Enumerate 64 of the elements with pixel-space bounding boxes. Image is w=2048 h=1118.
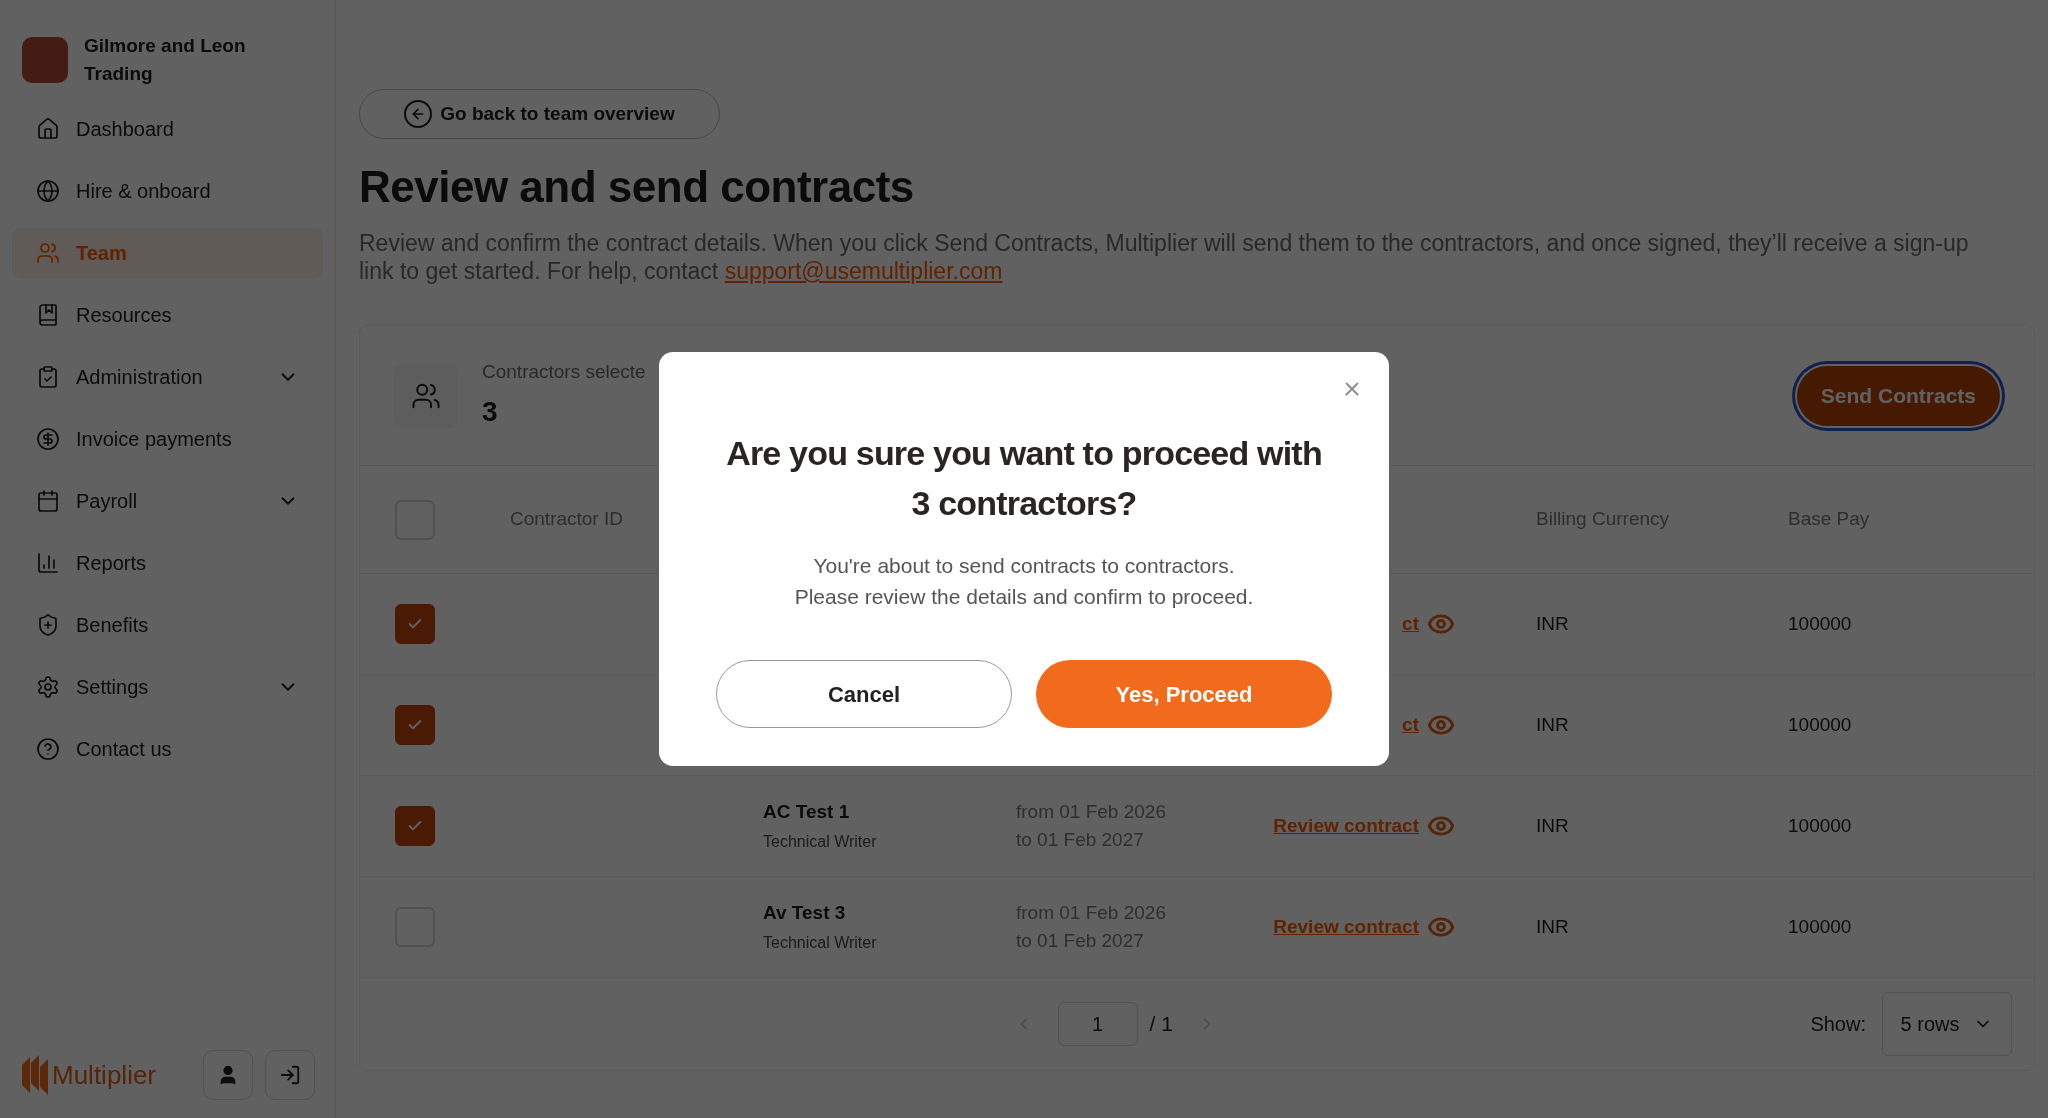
contractor-name: Av Test 3 (763, 900, 847, 925)
nav-item[interactable]: Benefits (12, 600, 323, 650)
page-total: / 1 (1149, 1011, 1173, 1038)
nav-icon (36, 117, 60, 141)
nav-icon (36, 179, 60, 203)
review-contract-link[interactable]: Review contract (1273, 912, 1419, 942)
selected-count: 3 (482, 394, 499, 429)
review-contract-link[interactable]: Review contract (1273, 811, 1419, 841)
nav-item[interactable]: Reports (12, 538, 323, 588)
support-email-link[interactable]: support@usemultiplier.com (724, 258, 1003, 284)
company-name: Gilmore and Leon Trading (84, 34, 247, 86)
nav-icon (36, 613, 60, 637)
review-contract-link[interactable]: ct (1402, 710, 1419, 740)
proceed-button[interactable]: Yes, Proceed (1036, 660, 1332, 728)
dialog-message: Please review the details and confirm to proceed. (794, 584, 1254, 610)
checkbox[interactable] (395, 604, 435, 644)
currency-cell-text: INR (1536, 712, 1569, 737)
nav-item[interactable]: Contact us (12, 724, 323, 774)
currency-cell-text: INR (1536, 813, 1569, 838)
review-contract-link[interactable]: ct (1402, 609, 1419, 639)
logout-button[interactable] (265, 1050, 315, 1100)
nav-icon (36, 365, 60, 389)
nav-icon (36, 489, 60, 513)
nav-icon (36, 551, 60, 575)
page-number-field[interactable]: 1 (1057, 1002, 1138, 1046)
logout-icon (279, 1064, 301, 1086)
nav-item[interactable]: Dashboard (12, 104, 323, 154)
selected-label: Contractors selecte (482, 360, 647, 385)
contractor-role: Technical Writer (763, 933, 878, 954)
back-button[interactable]: Go back to team overview (359, 89, 720, 139)
nav-item[interactable]: Invoice payments (12, 414, 323, 464)
nav-item[interactable]: Settings (12, 662, 323, 712)
brand-name: Multiplier (52, 1058, 157, 1092)
nav-item[interactable]: Payroll (12, 476, 323, 526)
contractor-role: Technical Writer (763, 832, 878, 853)
currency-cell-text: INR (1536, 611, 1569, 636)
nav-icon (36, 241, 60, 265)
base-pay-cell-text: 100000 (1788, 914, 1852, 939)
currency-cell-text: INR (1536, 914, 1569, 939)
nav-icon (36, 303, 60, 327)
dialog-message: You're about to send contracts to contractors. (813, 553, 1235, 579)
cancel-button[interactable]: Cancel (716, 660, 1012, 728)
nav-icon (36, 675, 60, 699)
nav-icon (36, 427, 60, 451)
nav-item[interactable]: Administration (12, 352, 323, 402)
dialog-title: Are you sure you want to proceed with 3 contractors? (725, 433, 1323, 524)
base-pay-cell-text: 100000 (1788, 611, 1852, 636)
profile-button[interactable] (203, 1050, 253, 1100)
rows-per-page-select[interactable]: 5 rows (1882, 992, 2012, 1056)
nav-item[interactable]: Team (12, 228, 323, 278)
show-label: Show: (1810, 1012, 1866, 1037)
nav-icon (36, 737, 60, 761)
brand-logo-icon (20, 1055, 50, 1095)
page-title: Review and send contracts (359, 161, 915, 213)
contractor-name: AC Test 1 (763, 799, 851, 824)
checkbox[interactable] (395, 705, 435, 745)
users-icon (394, 363, 458, 428)
base-pay-cell-text: 100000 (1788, 712, 1852, 737)
checkbox[interactable] (395, 806, 435, 846)
nav-item[interactable]: Hire & onboard (12, 166, 323, 216)
nav-item[interactable]: Resources (12, 290, 323, 340)
base-pay-cell-text: 100000 (1788, 813, 1852, 838)
company-logo (22, 37, 68, 83)
page-description: Review and confirm the contract details. When you click Send Contracts, Multiplier will send them to the contractors, and once signed, they’ll receive a sign-up link to get started. For help, contact support@usemultiplier.com (359, 229, 1970, 285)
